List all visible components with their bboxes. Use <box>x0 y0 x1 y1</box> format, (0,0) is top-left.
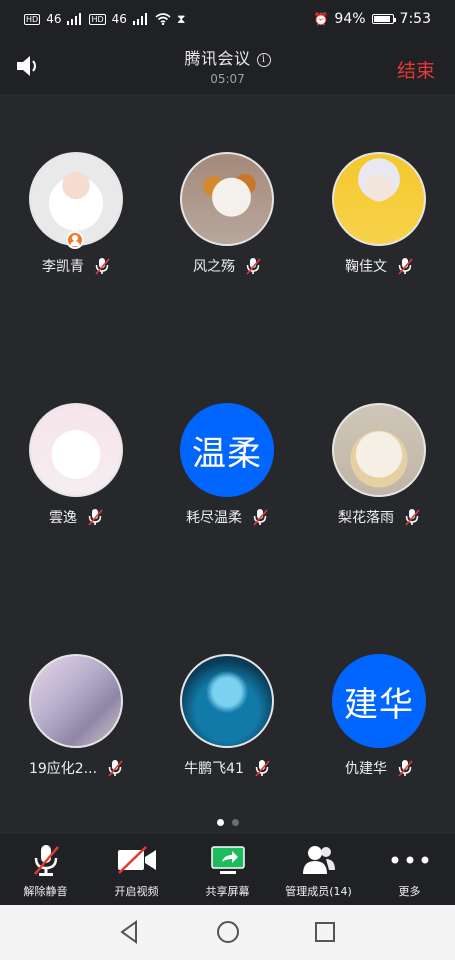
participant-tile[interactable]: 鞠佳文 <box>303 152 455 276</box>
avatar-initials: 温柔 <box>192 433 262 474</box>
participant-name: 风之殇 <box>193 259 235 275</box>
participant-name-row: 李凯青 <box>0 256 152 276</box>
mic-muted-icon <box>31 842 61 878</box>
participant-tile[interactable]: 雲逸 <box>0 403 152 527</box>
page-indicator <box>0 819 455 826</box>
participant-tile[interactable]: 建华 仇建华 <box>303 654 455 778</box>
participant-name: 牛鹏飞41 <box>184 761 244 777</box>
participant-tile[interactable]: 牛鹏飞41 <box>151 654 303 778</box>
participant-name-row: 雲逸 <box>0 507 152 527</box>
participant-grid: 李凯青 风之殇 鞠佳文 雲逸 温柔 耗尽温柔 梨花落雨 19应化2... 牛鹏飞41 建华 仇建华 <box>0 94 455 834</box>
avatar: 温柔 <box>180 403 274 497</box>
status-left: HD 46 HD 46 ⧗ <box>24 13 185 25</box>
mic-muted-icon <box>246 258 261 275</box>
share-screen-label: 共享屏幕 <box>205 885 250 898</box>
mic-muted-icon <box>108 760 123 777</box>
mic-muted-icon <box>398 258 413 275</box>
participant-tile[interactable]: 风之殇 <box>151 152 303 276</box>
title-area: 腾讯会议 i 05:07 <box>0 45 455 86</box>
hd-badge-2: HD <box>89 13 106 25</box>
avatar <box>332 152 426 246</box>
page-dot[interactable] <box>231 819 239 826</box>
participant-tile[interactable]: 19应化2... <box>0 654 152 778</box>
participant-name: 雲逸 <box>49 510 77 526</box>
hd-badge-1: HD <box>24 13 41 25</box>
participant-name-row: 耗尽温柔 <box>151 507 303 527</box>
participant-name: 鞠佳文 <box>345 259 387 275</box>
signal-icon-2 <box>132 13 147 25</box>
participant-name-row: 19应化2... <box>0 758 152 778</box>
participant-name-row: 仇建华 <box>303 758 455 778</box>
meeting-toolbar: 解除静音 开启视频 共享屏幕 管理成员(14) 更多 <box>0 834 455 905</box>
participant-tile[interactable]: 李凯青 <box>0 152 152 276</box>
network-label-1: 46 <box>46 12 62 26</box>
mic-muted-icon <box>255 760 270 777</box>
alarm-icon: ⏰ <box>313 12 329 26</box>
title-row: 腾讯会议 i <box>0 45 455 69</box>
avatar <box>29 403 123 497</box>
mic-muted-icon <box>88 509 103 526</box>
mic-muted-icon <box>253 509 268 526</box>
avatar: 建华 <box>332 654 426 748</box>
system-nav-bar <box>0 905 455 960</box>
start-video-button[interactable]: 开启视频 <box>92 842 182 899</box>
battery-fill <box>373 16 391 22</box>
participant-name: 耗尽温柔 <box>186 510 242 526</box>
share-screen-button[interactable]: 共享屏幕 <box>183 842 273 899</box>
info-icon[interactable]: i <box>256 53 271 67</box>
battery-percent: 94% <box>334 11 366 27</box>
recents-icon[interactable] <box>314 920 336 944</box>
page-dot[interactable] <box>216 819 224 826</box>
more-label: 更多 <box>398 885 421 898</box>
unmute-label: 解除静音 <box>23 885 68 898</box>
end-meeting-button[interactable]: 结束 <box>397 56 435 83</box>
participant-name-row: 梨花落雨 <box>303 507 455 527</box>
clock: 7:53 <box>399 11 431 27</box>
mic-muted-icon <box>398 760 413 777</box>
participant-name-row: 风之殇 <box>151 256 303 276</box>
unmute-button[interactable]: 解除静音 <box>1 842 91 899</box>
avatar <box>180 152 274 246</box>
participant-name-row: 牛鹏飞41 <box>151 758 303 778</box>
mic-muted-icon <box>405 509 420 526</box>
participant-name: 19应化2... <box>28 761 98 777</box>
start-video-label: 开启视频 <box>114 885 159 898</box>
host-badge-icon <box>66 231 84 249</box>
manage-members-label: 管理成员(14) <box>285 885 352 898</box>
more-button[interactable]: 更多 <box>365 842 455 899</box>
hourglass-icon: ⧗ <box>176 12 186 26</box>
wifi-icon <box>155 13 171 25</box>
meeting-title: 腾讯会议 <box>184 49 251 68</box>
avatar <box>180 654 274 748</box>
battery-icon <box>371 14 396 24</box>
avatar-initials: 建华 <box>344 684 414 725</box>
avatar <box>332 403 426 497</box>
share-screen-icon <box>210 842 246 878</box>
members-icon <box>301 842 337 878</box>
participant-tile[interactable]: 梨花落雨 <box>303 403 455 527</box>
participant-name: 梨花落雨 <box>338 510 394 526</box>
home-icon[interactable] <box>216 920 240 944</box>
status-right: ⏰ 94% 7:53 <box>313 11 431 27</box>
meeting-header: 腾讯会议 i 05:07 结束 <box>0 38 455 94</box>
mic-muted-icon <box>95 258 110 275</box>
video-off-icon <box>116 842 158 878</box>
meeting-timer: 05:07 <box>210 72 245 86</box>
participant-name: 李凯青 <box>42 259 84 275</box>
manage-members-button[interactable]: 管理成员(14) <box>274 842 364 899</box>
network-label-2: 46 <box>111 12 127 26</box>
more-icon <box>390 842 430 878</box>
participant-name-row: 鞠佳文 <box>303 256 455 276</box>
status-bar: HD 46 HD 46 ⧗ ⏰ 94% 7:53 <box>0 0 455 38</box>
signal-icon <box>67 13 82 25</box>
back-icon[interactable] <box>118 920 140 944</box>
avatar <box>29 654 123 748</box>
participant-tile[interactable]: 温柔耗尽温柔 <box>151 403 303 527</box>
participant-name: 仇建华 <box>345 761 387 777</box>
